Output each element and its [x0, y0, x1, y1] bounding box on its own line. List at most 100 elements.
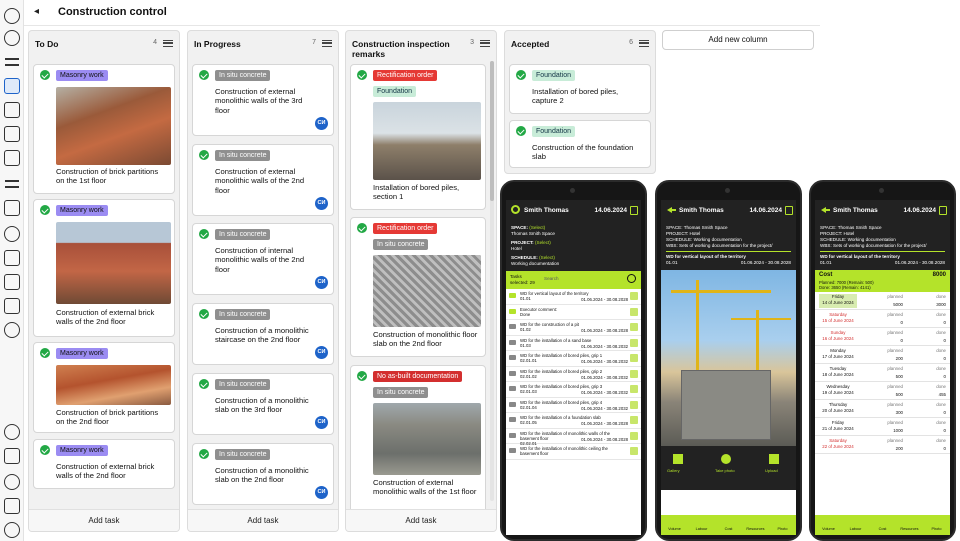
done-value[interactable]: 3000 — [936, 302, 946, 307]
task-card[interactable]: In situ concrete Construction of externa… — [192, 144, 334, 216]
task-checkbox[interactable] — [630, 323, 638, 331]
nav-resources[interactable]: Resources — [896, 515, 923, 531]
list-icon[interactable] — [4, 54, 20, 70]
settings-icon[interactable] — [511, 205, 520, 214]
back-arrow-icon[interactable] — [820, 205, 830, 214]
task-row[interactable]: WD for the installation of bored piles, … — [506, 382, 641, 398]
flag-icon[interactable] — [4, 150, 20, 166]
task-card[interactable]: In situ concrete Construction of a monol… — [192, 373, 334, 435]
add-task-button[interactable]: Add task — [346, 509, 496, 531]
task-row[interactable]: WD for the installation of monolithic ce… — [506, 444, 641, 460]
cost-row[interactable]: Monday 17 of June 2024 planned done 200 0 — [815, 346, 950, 364]
text-icon[interactable] — [4, 250, 20, 266]
cost-row[interactable]: Friday 21 of June 2024 planned done 1000 0 — [815, 418, 950, 436]
task-row[interactable]: WD for the installation of a foundation … — [506, 413, 641, 429]
calendar-icon[interactable] — [4, 298, 20, 314]
task-row[interactable]: Executor comment: Done — [506, 305, 641, 320]
upload-icon[interactable] — [769, 454, 779, 464]
cost-row[interactable]: Friday 14 of June 2024 planned done 5000 3000 — [815, 292, 950, 310]
task-card[interactable]: In situ concrete Construction of a monol… — [192, 303, 334, 365]
done-value[interactable]: 0 — [944, 428, 946, 433]
translate-icon[interactable] — [4, 498, 20, 514]
planned-value[interactable]: 300 — [859, 410, 903, 415]
done-value[interactable]: 0 — [944, 446, 946, 451]
cost-row[interactable]: Saturday 15 of June 2024 planned done 0 0 — [815, 310, 950, 328]
planned-value[interactable]: 500 — [859, 392, 903, 397]
task-card[interactable]: Foundation Installation of bored piles, … — [509, 64, 651, 114]
task-checkbox[interactable] — [630, 307, 638, 316]
back-arrow-icon[interactable] — [666, 205, 676, 214]
nav-resources[interactable]: Resources — [742, 515, 769, 531]
task-row[interactable]: WD for the installation of a sand base 01… — [506, 336, 641, 351]
nav-labour[interactable]: Labour — [842, 515, 869, 531]
nav-labour[interactable]: Labour — [688, 515, 715, 531]
task-checkbox[interactable] — [630, 400, 638, 409]
planned-value[interactable]: 1000 — [859, 428, 903, 433]
cost-row[interactable]: Sunday 16 of June 2024 planned done 0 0 — [815, 328, 950, 346]
planned-value[interactable]: 200 — [859, 356, 903, 361]
task-card[interactable]: Masonry work Construction of brick parti… — [33, 342, 175, 433]
cost-row[interactable]: Tuesday 18 of June 2024 planned done 500 0 — [815, 364, 950, 382]
database-icon[interactable] — [4, 226, 20, 242]
nav-cost[interactable]: Cost — [715, 515, 742, 531]
task-card[interactable]: Foundation Construction of the foundatio… — [509, 120, 651, 168]
scrollbar[interactable] — [490, 61, 494, 501]
done-value[interactable]: 0 — [944, 338, 946, 343]
task-card[interactable]: Masonry work Construction of brick parti… — [33, 64, 175, 194]
task-checkbox[interactable] — [630, 447, 638, 455]
task-checkbox[interactable] — [630, 431, 638, 440]
done-value[interactable]: 0 — [944, 356, 946, 361]
project-select[interactable]: (Select) — [535, 240, 551, 245]
eye-icon[interactable] — [4, 322, 20, 338]
task-card[interactable]: In situ concrete Construction of a monol… — [192, 443, 334, 505]
task-card[interactable]: In situ concrete Construction of interna… — [192, 223, 334, 295]
task-row[interactable]: WD for the installation of bored piles, … — [506, 351, 641, 367]
task-checkbox[interactable] — [630, 385, 638, 393]
column-menu-icon[interactable] — [163, 40, 173, 47]
task-card[interactable]: Masonry work Construction of external br… — [33, 439, 175, 489]
message-icon[interactable] — [4, 448, 20, 464]
task-row[interactable]: WD for the installation of bored piles, … — [506, 367, 641, 382]
cost-row[interactable]: Wednesday 19 of June 2024 planned done 500 45… — [815, 382, 950, 400]
scrollbar-thumb[interactable] — [490, 61, 494, 201]
task-card[interactable]: Masonry work Construction of external br… — [33, 199, 175, 337]
task-card[interactable]: Rectification order Foundation Installat… — [350, 64, 486, 210]
task-checkbox[interactable] — [630, 354, 638, 362]
bell-icon[interactable] — [4, 474, 20, 490]
planned-value[interactable]: 200 — [859, 446, 903, 451]
gallery-icon[interactable] — [673, 454, 683, 464]
planned-value[interactable]: 0 — [859, 320, 903, 325]
schedule-select[interactable]: (Select) — [539, 255, 555, 260]
add-column-button[interactable]: Add new column — [662, 30, 814, 50]
task-checkbox[interactable] — [630, 369, 638, 378]
calendar-icon[interactable] — [785, 206, 793, 215]
globe-icon[interactable] — [4, 30, 20, 46]
add-task-button[interactable]: Add task — [188, 509, 338, 531]
task-card[interactable]: Rectification order In situ concrete Con… — [350, 217, 486, 357]
back-icon[interactable]: ◂ — [34, 6, 39, 17]
column-menu-icon[interactable] — [480, 40, 490, 47]
task-checkbox[interactable] — [630, 416, 638, 424]
table-icon[interactable] — [4, 274, 20, 290]
nav-volume[interactable]: Volume — [661, 515, 688, 531]
nav-cost[interactable]: Cost — [869, 515, 896, 531]
nav-volume[interactable]: Volume — [815, 515, 842, 531]
add-task-button[interactable]: Add task — [29, 509, 179, 531]
task-row[interactable]: WD for vertical layout of the territory 0… — [506, 289, 641, 305]
task-row[interactable]: WD for the construction of a pit 01.02 01.… — [506, 320, 641, 336]
planned-value[interactable]: 500 — [859, 374, 903, 379]
planned-value[interactable]: 0 — [859, 338, 903, 343]
column-menu-icon[interactable] — [639, 40, 649, 47]
task-checkbox[interactable] — [630, 338, 638, 347]
done-value[interactable]: 0 — [944, 410, 946, 415]
done-value[interactable]: 0 — [944, 320, 946, 325]
done-value[interactable]: 0 — [944, 374, 946, 379]
board-icon[interactable] — [4, 78, 20, 94]
done-value[interactable]: 455 — [939, 392, 946, 397]
space-select[interactable]: (Select) — [529, 225, 545, 230]
calendar-icon[interactable] — [630, 206, 638, 215]
layers-icon[interactable] — [4, 126, 20, 142]
grid-icon[interactable] — [4, 200, 20, 216]
cost-row[interactable]: Saturday 22 of June 2024 planned done 200 0 — [815, 436, 950, 454]
camera-icon[interactable] — [721, 454, 731, 464]
